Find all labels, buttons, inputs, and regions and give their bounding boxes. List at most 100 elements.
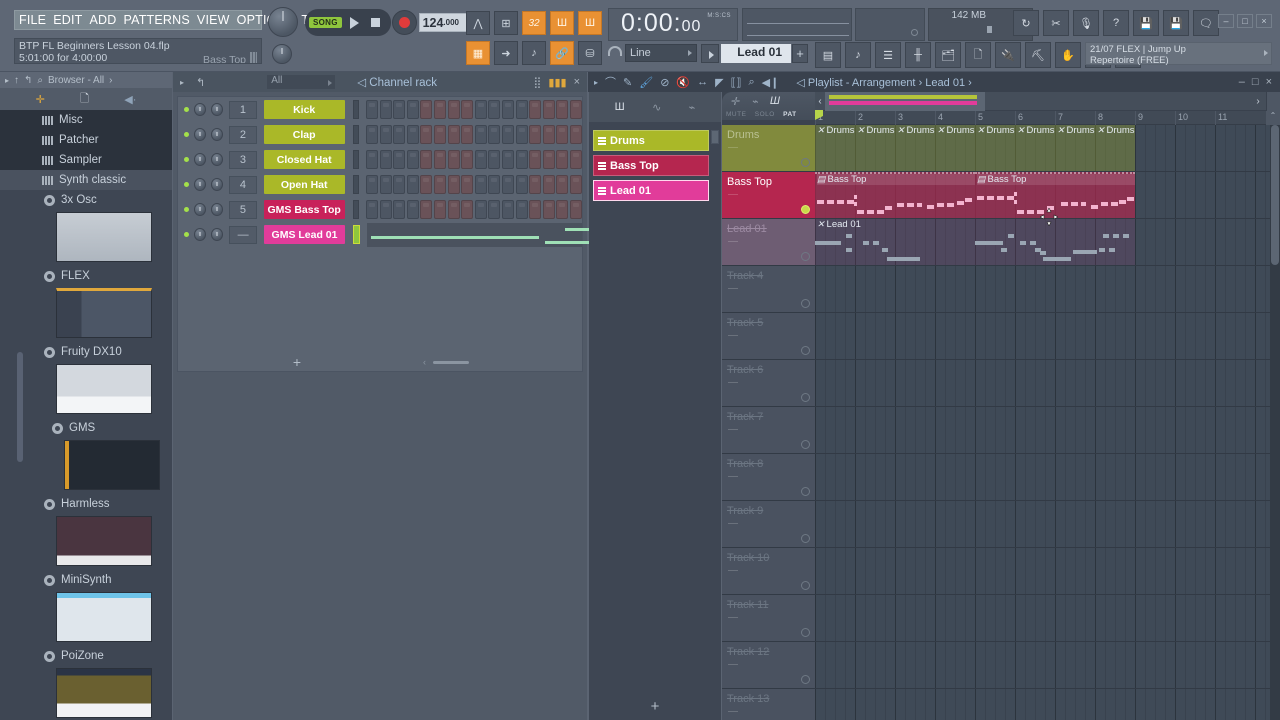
loop-recording-icon[interactable]: Ш	[578, 11, 602, 35]
channel-name-button[interactable]: Kick	[263, 100, 345, 119]
export-icon[interactable]: ⛏	[1025, 42, 1051, 68]
snap-selector[interactable]: Line	[625, 44, 697, 62]
track-lane-track-8[interactable]	[815, 454, 1280, 500]
clip-mute-icon[interactable]: ✕	[817, 125, 825, 136]
clip-mute-icon[interactable]: ✕	[897, 125, 905, 136]
play-icon[interactable]	[349, 16, 359, 29]
undo-icon[interactable]: ↰	[196, 76, 205, 89]
track-row[interactable]: Track 5	[722, 313, 1280, 360]
channel-volume-knob[interactable]	[211, 103, 224, 116]
browser-item-misc[interactable]: Misc	[0, 110, 172, 130]
transport-controls[interactable]: SONG	[305, 9, 391, 36]
comment-icon[interactable]: 🗨	[1193, 10, 1219, 36]
track-header-lead-01[interactable]: Lead 01	[722, 219, 815, 265]
channel-enable-led[interactable]	[184, 182, 189, 187]
track-header-track-12[interactable]: Track 12	[722, 642, 815, 688]
channel-pan-knob[interactable]	[194, 128, 207, 141]
channel-row[interactable]: 1 Kick	[178, 97, 582, 122]
channel-volume-knob[interactable]	[211, 178, 224, 191]
track-header-bass-top[interactable]: Bass Top	[722, 172, 815, 218]
track-header-track-6[interactable]: Track 6	[722, 360, 815, 406]
channel-name-button[interactable]: Closed Hat	[263, 150, 345, 169]
track-enable-dot[interactable]	[801, 346, 810, 355]
track-header-track-13[interactable]: Track 13	[722, 689, 815, 720]
track-header-track-10[interactable]: Track 10	[722, 548, 815, 594]
browser-item-gms[interactable]: GMS	[0, 418, 172, 438]
channel-volume-knob[interactable]	[211, 153, 224, 166]
channel-mixer-number[interactable]: 3	[229, 150, 257, 169]
menu-item-add[interactable]: ADD	[89, 13, 116, 27]
undo-icon[interactable]: ↰	[24, 75, 32, 86]
channel-enable-led[interactable]	[184, 132, 189, 137]
draw-pencil-icon[interactable]: ✎	[623, 76, 632, 89]
menu-item-file[interactable]: FILE	[19, 13, 46, 27]
track-row[interactable]: Track 6	[722, 360, 1280, 407]
song-mode-button[interactable]: SONG	[309, 17, 342, 28]
piano-roll-preview[interactable]	[366, 222, 599, 247]
pattern-mode-icon[interactable]: ▦	[466, 41, 490, 65]
patterns-tab-icon[interactable]: Ш	[615, 101, 625, 113]
pattern-name-field[interactable]: Lead 01	[721, 44, 791, 63]
file-icon[interactable]: 🗋	[965, 42, 991, 68]
automation-icon[interactable]: ⌁	[751, 95, 758, 108]
channel-filter-dropdown[interactable]: All	[267, 75, 336, 89]
picker-add-button[interactable]: +	[589, 698, 721, 715]
clip-mute-icon[interactable]: ✕	[857, 125, 865, 136]
help-icon[interactable]: ?	[1103, 10, 1129, 36]
step-sequencer-row[interactable]	[366, 125, 582, 144]
pattern-selector-icon[interactable]: ⋀	[466, 11, 490, 35]
browser-item-minisynth[interactable]: MiniSynth	[0, 570, 172, 590]
refresh-icon[interactable]: ↻	[1013, 10, 1039, 36]
clip-mute-icon[interactable]: ✕	[937, 125, 945, 136]
track-header-track-9[interactable]: Track 9	[722, 501, 815, 547]
slice-icon[interactable]: ◤	[715, 76, 723, 89]
patterns-icon[interactable]: Ш	[770, 95, 780, 108]
time-signature-icon[interactable]: ⊞	[494, 11, 518, 35]
hand-icon[interactable]: ✋	[1055, 42, 1081, 68]
track-enable-dot[interactable]	[801, 487, 810, 496]
track-lane-track-10[interactable]	[815, 548, 1280, 594]
channel-mixer-number[interactable]: 2	[229, 125, 257, 144]
mixer-icon[interactable]: ╫	[905, 42, 931, 68]
window-controls[interactable]: – □ ×	[1218, 14, 1272, 28]
track-enable-dot[interactable]	[801, 440, 810, 449]
mute-icon[interactable]: 🔇	[676, 76, 690, 89]
clip-drums[interactable]: ✕ Drums	[935, 125, 975, 171]
browser-icon[interactable]: ☰	[875, 42, 901, 68]
zoom-icon[interactable]: ⌕	[749, 76, 755, 89]
channel-row[interactable]: — GMS Lead 01	[178, 222, 599, 247]
close-button[interactable]: ×	[1266, 76, 1272, 88]
track-header-track-7[interactable]: Track 7	[722, 407, 815, 453]
browser-chevron[interactable]: ›	[109, 75, 112, 86]
delete-icon[interactable]: ⊘	[660, 76, 669, 89]
master-pitch-knob[interactable]	[272, 44, 292, 64]
track-enable-dot[interactable]	[801, 393, 810, 402]
track-header-drums[interactable]: Drums	[722, 125, 815, 171]
stop-icon[interactable]	[370, 18, 380, 27]
slide-icon[interactable]: ♪	[522, 41, 546, 65]
track-enable-dot[interactable]	[801, 299, 810, 308]
minimize-button[interactable]: –	[1239, 76, 1245, 88]
plugin-thumbnail-fruity-dx10[interactable]	[56, 364, 152, 414]
pattern-item-lead-01[interactable]: Lead 01	[593, 180, 709, 201]
plugin-thumbnail-minisynth[interactable]	[56, 592, 152, 642]
snap-magnet-icon[interactable]: ⌒	[605, 74, 616, 90]
track-row[interactable]: Drums ✕ Drums ✕ Drums ✕ Drums ✕ Drums ✕ Drums	[722, 125, 1280, 172]
overview-menu-button[interactable]	[1266, 92, 1280, 111]
channel-mixer-number[interactable]: 1	[229, 100, 257, 119]
track-enable-dot[interactable]	[801, 581, 810, 590]
menu-item-view[interactable]: VIEW	[197, 13, 230, 27]
track-lane-track-12[interactable]	[815, 642, 1280, 688]
track-row[interactable]: Track 4	[722, 266, 1280, 313]
overview-scroll-right[interactable]: ›	[1252, 95, 1264, 108]
close-icon[interactable]: ×	[574, 76, 580, 88]
track-enable-dot[interactable]	[801, 252, 810, 261]
chevron-right-icon[interactable]: ▸	[594, 78, 598, 87]
track-row[interactable]: Track 7	[722, 407, 1280, 454]
playlist-ruler[interactable]: 1 2 3 4 5 6 7 8 9 10 11	[815, 111, 1280, 125]
save-as-icon[interactable]: 💾	[1163, 10, 1189, 36]
step-sequencer-row[interactable]	[366, 100, 582, 119]
channel-mixer-number[interactable]: 5	[229, 200, 257, 219]
step-edit-icon[interactable]: ➜	[494, 41, 518, 65]
project-picker-icon[interactable]: 🗂	[935, 42, 961, 68]
